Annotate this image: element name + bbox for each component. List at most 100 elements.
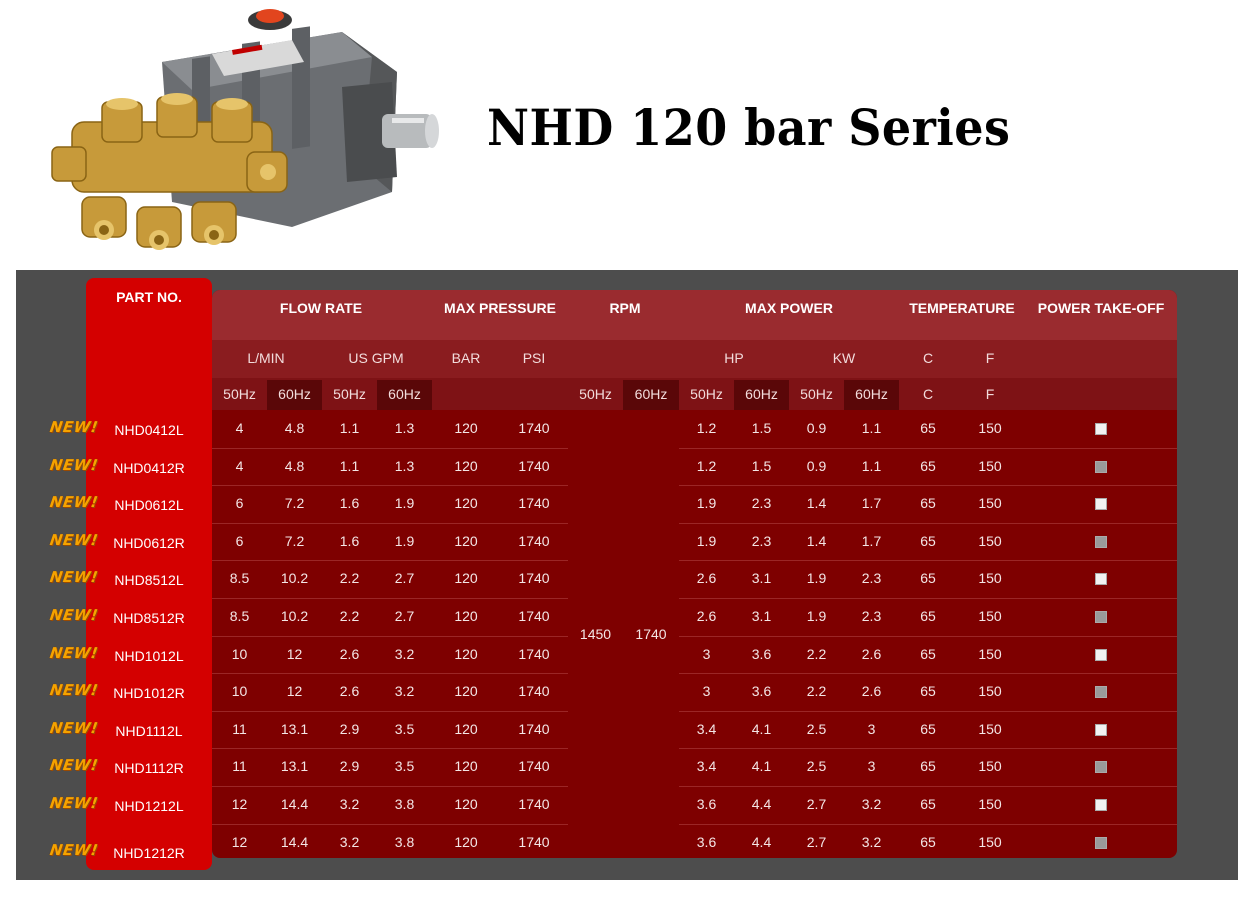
freq-rpm-60: 60Hz — [634, 386, 668, 402]
cell-kw50: 0.9 — [806, 420, 827, 436]
header-max-power: MAX POWER — [745, 300, 833, 316]
row-divider — [679, 711, 1177, 712]
unit-psi: PSI — [522, 350, 546, 366]
row-divider — [212, 523, 568, 524]
cell-f: 150 — [978, 533, 1002, 549]
cell-f: 150 — [978, 646, 1002, 662]
cell-lmin60: 7.2 — [284, 495, 305, 511]
cell-kw50: 1.4 — [806, 495, 827, 511]
cell-gpm50: 1.1 — [339, 458, 360, 474]
cell-lmin50: 11 — [232, 758, 247, 774]
cell-c: 65 — [920, 721, 936, 737]
row-divider — [679, 748, 1177, 749]
cell-kw50: 1.4 — [806, 533, 827, 549]
cell-c: 65 — [920, 420, 936, 436]
cell-lmin60: 14.4 — [280, 796, 309, 812]
cell-lmin60: 4.8 — [284, 458, 305, 474]
cell-psi: 1740 — [518, 796, 550, 812]
cell-psi: 1740 — [518, 570, 550, 586]
cell-kw50: 2.7 — [806, 796, 827, 812]
cell-c: 65 — [920, 834, 936, 850]
cell-f: 150 — [978, 495, 1002, 511]
power-take-off-indicator — [1095, 686, 1107, 698]
cell-kw60: 1.7 — [861, 495, 882, 511]
cell-kw60: 2.3 — [861, 570, 882, 586]
cell-bar: 120 — [454, 796, 478, 812]
power-take-off-indicator — [1095, 724, 1107, 736]
cell-kw50: 1.9 — [806, 570, 827, 586]
cell-hp50: 1.2 — [696, 458, 717, 474]
cell-kw60: 3 — [867, 758, 876, 774]
cell-lmin50: 8.5 — [229, 608, 250, 624]
cell-kw50: 2.5 — [806, 721, 827, 737]
cell-hp50: 1.9 — [696, 495, 717, 511]
cell-hp60: 3.6 — [751, 646, 772, 662]
cell-lmin50: 12 — [231, 834, 248, 850]
cell-gpm50: 2.6 — [339, 683, 360, 699]
cell-gpm50: 1.1 — [339, 420, 360, 436]
header-max-pressure: MAX PRESSURE — [443, 300, 557, 316]
cell-f: 150 — [978, 721, 1002, 737]
cell-gpm60: 3.8 — [394, 834, 415, 850]
cell-kw60: 1.1 — [861, 420, 882, 436]
cell-gpm50: 1.6 — [339, 495, 360, 511]
cell-gpm50: 2.9 — [339, 721, 360, 737]
cell-psi: 1740 — [518, 420, 550, 436]
cell-f: 150 — [978, 796, 1002, 812]
cell-lmin50: 8.5 — [229, 570, 250, 586]
cell-lmin60: 7.2 — [284, 533, 305, 549]
power-take-off-indicator — [1095, 498, 1107, 510]
cell-hp60: 1.5 — [751, 458, 772, 474]
row-divider — [679, 523, 1177, 524]
cell-kw60: 2.6 — [861, 646, 882, 662]
part-number: NHD1112R — [114, 760, 184, 776]
row-divider — [679, 485, 1177, 486]
pump-product-image — [51, 9, 439, 250]
row-divider — [212, 711, 568, 712]
cell-gpm60: 3.5 — [394, 721, 415, 737]
cell-kw50: 2.5 — [806, 758, 827, 774]
cell-kw50: 1.9 — [806, 608, 827, 624]
cell-lmin50: 12 — [231, 796, 248, 812]
cell-kw60: 2.6 — [861, 683, 882, 699]
cell-psi: 1740 — [518, 683, 550, 699]
cell-bar: 120 — [454, 570, 478, 586]
row-divider — [679, 824, 1177, 825]
cell-gpm50: 2.9 — [339, 758, 360, 774]
cell-f: 150 — [978, 570, 1002, 586]
header-flow-rate: FLOW RATE — [279, 300, 363, 316]
cell-lmin50: 6 — [235, 495, 244, 511]
cell-lmin50: 6 — [235, 533, 244, 549]
cell-hp60: 3.1 — [751, 570, 772, 586]
cell-c: 65 — [920, 683, 936, 699]
cell-psi: 1740 — [518, 834, 550, 850]
cell-lmin50: 10 — [231, 683, 248, 699]
cell-hp60: 1.5 — [751, 420, 772, 436]
cell-gpm50: 2.2 — [339, 608, 360, 624]
cell-kw50: 2.7 — [806, 834, 827, 850]
row-divider — [679, 673, 1177, 674]
header-power-take-off: POWER TAKE-OFF — [1037, 300, 1165, 316]
cell-lmin60: 4.8 — [284, 420, 305, 436]
cell-hp60: 3.1 — [751, 608, 772, 624]
power-take-off-indicator — [1095, 423, 1107, 435]
cell-gpm60: 2.7 — [394, 570, 415, 586]
freq-hp-60: 60Hz — [745, 386, 778, 402]
cell-gpm60: 3.8 — [394, 796, 415, 812]
cell-lmin60: 10.2 — [280, 570, 309, 586]
cell-hp60: 4.4 — [751, 834, 772, 850]
power-take-off-indicator — [1095, 573, 1107, 585]
cell-kw60: 2.3 — [861, 608, 882, 624]
unit-bar: BAR — [451, 350, 481, 366]
row-divider — [212, 673, 568, 674]
cell-lmin60: 14.4 — [280, 834, 309, 850]
cell-hp50: 2.6 — [696, 608, 717, 624]
power-take-off-indicator — [1095, 761, 1107, 773]
part-number: NHD1212L — [114, 798, 184, 814]
cell-gpm60: 1.9 — [394, 495, 415, 511]
cell-c: 65 — [920, 796, 936, 812]
row-divider — [212, 448, 568, 449]
cell-kw50: 2.2 — [806, 683, 827, 699]
freq-gpm-50: 50Hz — [333, 386, 366, 402]
cell-lmin60: 13.1 — [280, 721, 309, 737]
